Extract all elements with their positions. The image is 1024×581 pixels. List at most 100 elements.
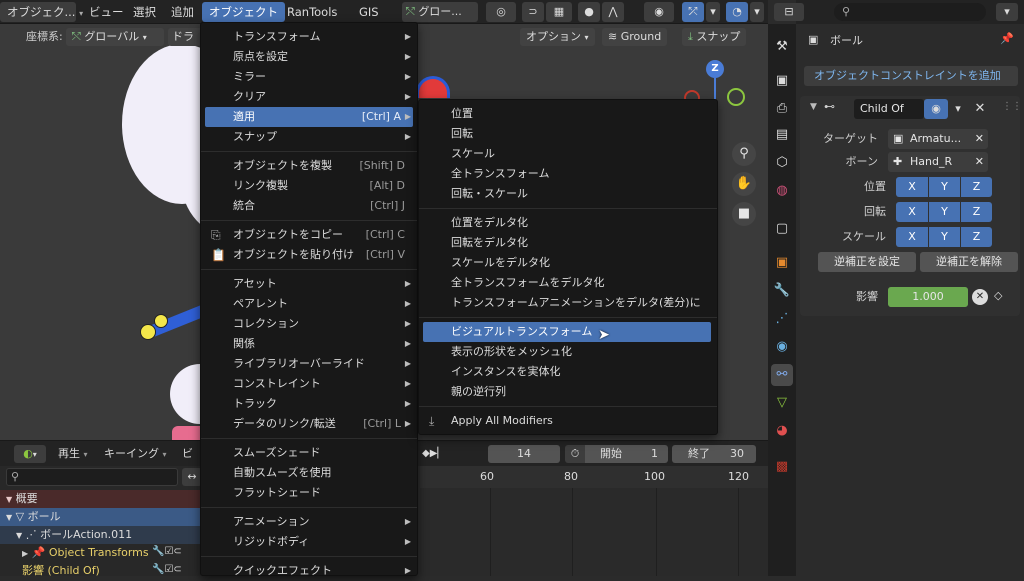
proportional-toggle[interactable]: ● bbox=[578, 2, 600, 22]
start-frame-field[interactable]: ⏱ 開始 1 bbox=[565, 445, 668, 463]
summary-row[interactable]: ▼ 概要 bbox=[0, 490, 205, 508]
object-menu-item[interactable]: コンストレイント ▶ bbox=[205, 374, 413, 394]
zoom-button[interactable]: ⚲ bbox=[732, 142, 756, 166]
object-tab-icon[interactable]: ▣ bbox=[771, 252, 793, 274]
rotation-z-toggle[interactable]: Z bbox=[961, 202, 992, 222]
tool-tab-icon[interactable]: ⚒ bbox=[771, 36, 793, 58]
keying-menu[interactable]: キーイング ▾ bbox=[104, 445, 167, 463]
view-layer-tab-icon[interactable]: ▤ bbox=[771, 124, 793, 146]
menu-select[interactable]: 選択 bbox=[126, 2, 163, 22]
apply-menu-item[interactable]: ⤓ Apply All Modifiers bbox=[423, 411, 711, 431]
timeline-area[interactable]: 60 80 100 120 bbox=[420, 466, 768, 576]
object-menu-item[interactable]: ペアレント ▶ bbox=[205, 294, 413, 314]
apply-menu-item[interactable]: スケールをデルタ化 bbox=[423, 253, 711, 273]
location-x-toggle[interactable]: X bbox=[896, 177, 928, 197]
object-menu-item[interactable]: 自動スムーズを使用 bbox=[205, 463, 413, 483]
object-menu-item[interactable]: フラットシェード bbox=[205, 483, 413, 503]
object-menu-item[interactable]: オブジェクトを複製 [Shift] D bbox=[205, 156, 413, 176]
object-menu-item[interactable]: クリア ▶ bbox=[205, 87, 413, 107]
object-menu-item[interactable]: 適用 [Ctrl] A ▶ bbox=[205, 107, 413, 127]
pan-button[interactable]: ✋ bbox=[732, 172, 756, 196]
pivot-point-button[interactable]: ◎ bbox=[486, 2, 516, 22]
object-menu-item[interactable]: 原点を設定 ▶ bbox=[205, 47, 413, 67]
scale-z-toggle[interactable]: Z bbox=[961, 227, 992, 247]
coord-system-dropdown[interactable]: ⤲ グローバル ▾ bbox=[66, 28, 164, 46]
clear-inverse-button[interactable]: 逆補正を解除 bbox=[920, 252, 1018, 272]
object-menu-item[interactable]: スナップ ▶ bbox=[205, 127, 413, 147]
gizmo-y-axis[interactable] bbox=[727, 88, 745, 106]
keyframe-diamond-icon[interactable]: ◇ bbox=[994, 289, 1002, 302]
menu-view[interactable]: ビュー bbox=[82, 2, 131, 22]
end-frame-field[interactable]: 終了 30 bbox=[672, 445, 756, 463]
texture-tab-icon[interactable]: ▩ bbox=[771, 456, 793, 478]
disable-keep-transform-icon[interactable]: ✕ bbox=[972, 289, 988, 305]
visibility-button[interactable]: ◉ bbox=[644, 2, 674, 22]
apply-menu-item[interactable]: 位置をデルタ化 bbox=[423, 213, 711, 233]
apply-menu-item[interactable]: 回転 bbox=[423, 124, 711, 144]
target-field[interactable]: ▣ Armatu... ✕ bbox=[888, 129, 988, 149]
current-frame-field[interactable]: 14 bbox=[488, 445, 560, 463]
object-row[interactable]: ▼ ▽ ボール bbox=[0, 508, 205, 526]
constraint-enable-toggle[interactable]: ◉ bbox=[924, 99, 948, 119]
apply-menu-item[interactable]: 全トランスフォームをデルタ化 bbox=[423, 273, 711, 293]
options-dropdown[interactable]: オプション ▾ bbox=[520, 28, 595, 46]
object-menu-item[interactable]: 関係 ▶ bbox=[205, 334, 413, 354]
editor-type-dropdown[interactable]: ⊟ bbox=[774, 3, 804, 21]
world-tab-icon[interactable]: ◍ bbox=[771, 180, 793, 202]
object-menu-item[interactable]: ライブラリオーバーライド ▶ bbox=[205, 354, 413, 374]
object-menu-item[interactable]: リジッドボディ ▶ bbox=[205, 532, 413, 552]
object-menu-item[interactable]: トラック ▶ bbox=[205, 394, 413, 414]
close-icon[interactable]: ✕ bbox=[975, 129, 984, 149]
scale-x-toggle[interactable]: X bbox=[896, 227, 928, 247]
collection-tab-icon[interactable]: ▢ bbox=[771, 218, 793, 240]
object-menu-item[interactable]: 📋 オブジェクトを貼り付け [Ctrl] V bbox=[205, 245, 413, 265]
falloff-button[interactable]: ⋀ bbox=[602, 2, 624, 22]
particles-tab-icon[interactable]: ⋰ bbox=[771, 308, 793, 330]
apply-menu-item[interactable]: 回転をデルタ化 bbox=[423, 233, 711, 253]
object-menu-item[interactable]: リンク複製 [Alt] D bbox=[205, 176, 413, 196]
apply-menu-item[interactable]: 全トランスフォーム bbox=[423, 164, 711, 184]
view-menu[interactable]: ビ bbox=[182, 445, 193, 463]
apply-menu-item[interactable]: 表示の形状をメッシュ化 bbox=[423, 342, 711, 362]
drag-handle-icon[interactable]: ⋮⋮ bbox=[1002, 101, 1022, 112]
gizmo-z-axis[interactable]: Z bbox=[706, 60, 724, 78]
set-inverse-button[interactable]: 逆補正を設定 bbox=[818, 252, 916, 272]
apply-menu-item[interactable]: 回転・スケール bbox=[423, 184, 711, 204]
object-menu-item[interactable]: トランスフォーム ▶ bbox=[205, 27, 413, 47]
jump-end-button[interactable]: ◆▶▏ bbox=[422, 445, 445, 463]
apply-menu-item[interactable]: ビジュアルトランスフォーム bbox=[423, 322, 711, 342]
pin-icon[interactable]: 📌 bbox=[1000, 32, 1014, 45]
location-z-toggle[interactable]: Z bbox=[961, 177, 992, 197]
object-menu-item[interactable]: アニメーション ▶ bbox=[205, 512, 413, 532]
close-icon[interactable]: ✕ bbox=[975, 152, 984, 172]
scene-tab-icon[interactable]: ⬡ bbox=[771, 152, 793, 174]
scale-y-toggle[interactable]: Y bbox=[929, 227, 960, 247]
rotation-x-toggle[interactable]: X bbox=[896, 202, 928, 222]
menu-gis[interactable]: GIS bbox=[352, 2, 386, 22]
collapse-arrow-icon[interactable]: ▼ bbox=[810, 102, 817, 112]
location-y-toggle[interactable]: Y bbox=[929, 177, 960, 197]
wrench-icon[interactable]: 🔧☑⊂ bbox=[152, 546, 182, 557]
apply-menu-item[interactable]: インスタンスを実体化 bbox=[423, 362, 711, 382]
material-tab-icon[interactable]: ◕ bbox=[771, 420, 793, 442]
playback-menu[interactable]: 再生 ▾ bbox=[58, 445, 88, 463]
constraint-name-field[interactable]: Child Of bbox=[854, 99, 924, 119]
apply-menu-item[interactable]: スケール bbox=[423, 144, 711, 164]
render-tab-icon[interactable]: ▣ bbox=[771, 70, 793, 92]
output-tab-icon[interactable]: ⎙ bbox=[771, 98, 793, 120]
apply-menu-item[interactable]: 親の逆行列 bbox=[423, 382, 711, 402]
apply-menu-item[interactable]: トランスフォームアニメーションをデルタ(差分)に bbox=[423, 293, 711, 313]
camera-button[interactable]: ■ bbox=[732, 202, 756, 226]
snap-toggle[interactable]: ⊃ bbox=[522, 2, 544, 22]
drag-dropdown[interactable]: ドラ bbox=[168, 28, 202, 46]
overlay-dropdown[interactable]: ▾ bbox=[750, 2, 764, 22]
menu-add[interactable]: 追加 bbox=[164, 2, 201, 22]
properties-search-input[interactable]: ⚲ bbox=[834, 3, 986, 21]
snap-button[interactable]: ⤓ スナップ bbox=[682, 28, 747, 46]
remove-constraint-button[interactable]: ✕ bbox=[972, 99, 988, 119]
menu-object[interactable]: オブジェクト bbox=[202, 2, 285, 22]
object-menu-item[interactable]: コレクション ▶ bbox=[205, 314, 413, 334]
constraint-tab-icon[interactable]: ⚯ bbox=[771, 364, 793, 386]
bone-field[interactable]: ✚ Hand_R ✕ bbox=[888, 152, 988, 172]
channel-search-input[interactable]: ⚲ bbox=[6, 468, 178, 486]
